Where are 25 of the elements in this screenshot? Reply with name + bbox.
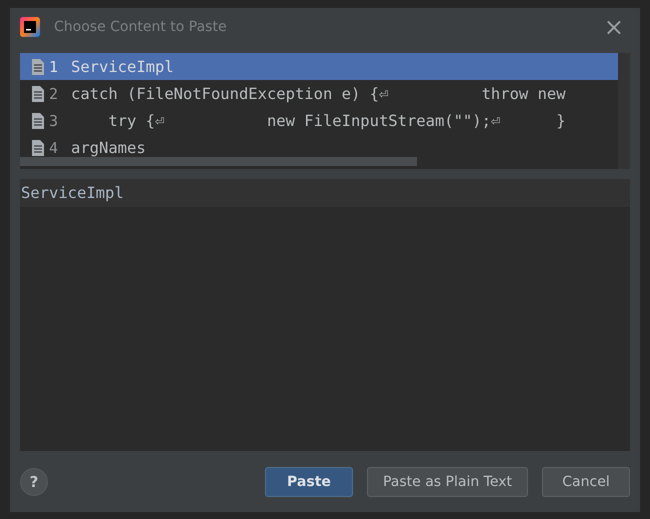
document-icon [32, 140, 44, 156]
entry-text: argNames [71, 138, 146, 156]
help-button[interactable]: ? [20, 468, 48, 496]
document-icon [32, 86, 44, 102]
clipboard-entry[interactable]: 4 argNames [20, 134, 618, 161]
entry-text: ServiceImpl [71, 58, 174, 76]
document-icon [32, 58, 44, 74]
app-logo-icon [20, 17, 40, 37]
entry-number: 3 [49, 112, 60, 130]
document-icon [32, 112, 44, 128]
paste-button[interactable]: Paste [264, 466, 353, 496]
dialog-button[interactable]: Cancel [542, 466, 630, 496]
preview-text: ServiceImpl [21, 184, 124, 202]
horizontal-scrollbar[interactable] [20, 157, 417, 166]
close-button[interactable]: × [598, 15, 630, 39]
window-title: Choose Content to Paste [54, 19, 227, 35]
entry-number: 1 [49, 58, 60, 76]
clipboard-entry[interactable]: 2 catch (FileNotFoundException e) {⏎ throw new [20, 80, 618, 107]
clipboard-entry[interactable]: 1 ServiceImpl [20, 53, 618, 80]
dialog-button[interactable]: Paste as Plain Text [366, 466, 528, 496]
entry-number: 4 [49, 138, 60, 156]
entry-text: catch (FileNotFoundException e) {⏎ throw new [71, 84, 566, 102]
entry-number: 2 [49, 84, 60, 102]
clipboard-entry[interactable]: 3 try {⏎ new FileInputStream("");⏎ } [20, 107, 618, 134]
entry-text: try {⏎ new FileInputStream("");⏎ } [107, 112, 566, 130]
